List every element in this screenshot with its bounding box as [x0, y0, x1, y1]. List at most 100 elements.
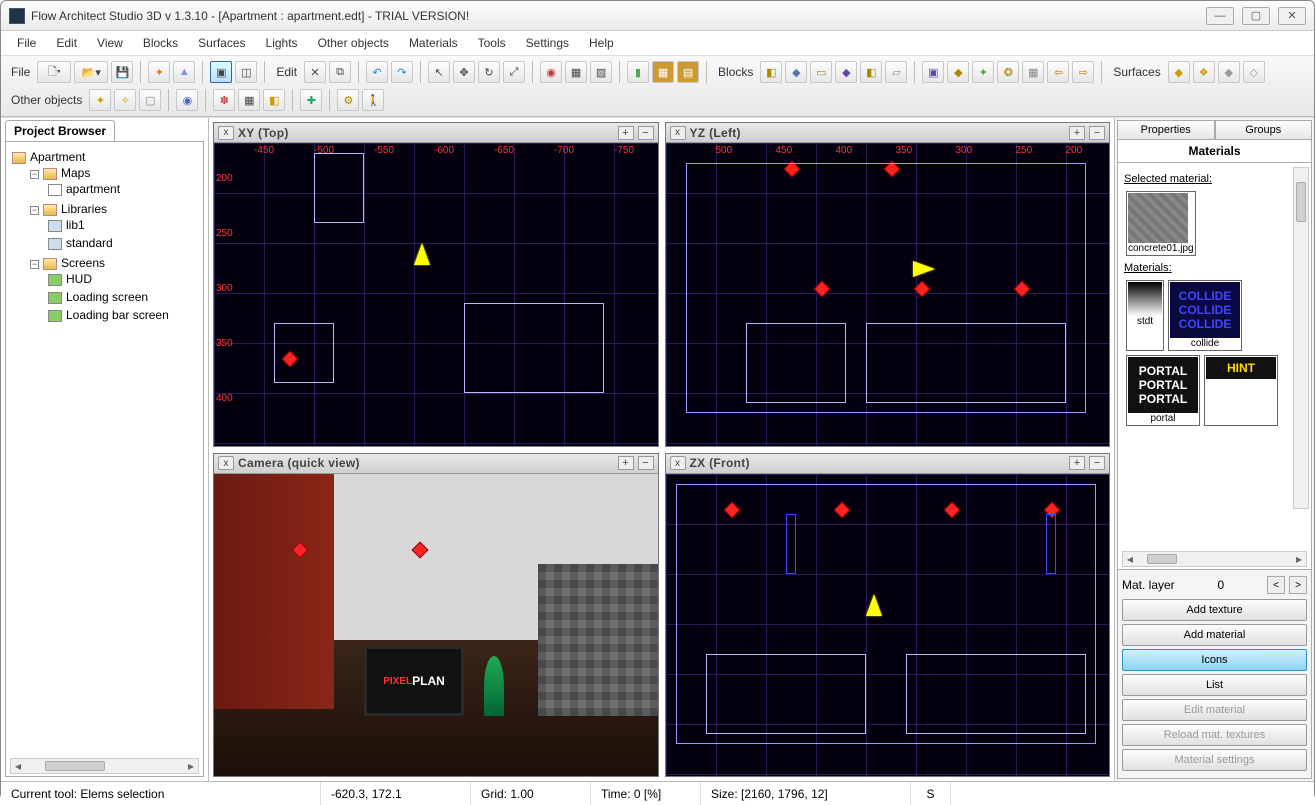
viewport-close-icon[interactable]: x — [670, 456, 686, 470]
material-item-hint[interactable]: HINT — [1204, 355, 1278, 426]
material-settings-button[interactable]: Material settings — [1122, 749, 1307, 771]
other-icon[interactable]: ✧ — [114, 89, 136, 111]
surface-icon[interactable]: ◆ — [1218, 61, 1240, 83]
material-item-stdt[interactable]: stdt — [1126, 280, 1164, 351]
select-elems-button[interactable]: ▣ — [210, 61, 232, 83]
other-icon[interactable]: ◧ — [263, 89, 285, 111]
tree-libraries[interactable]: −Libraries lib1 standard — [30, 200, 199, 254]
viewport-canvas[interactable]: -450 -500 -550 -600 -650 -700 -750 200 2… — [214, 143, 658, 446]
tool-icon[interactable]: ▨ — [590, 61, 612, 83]
other-icon[interactable]: ⚙ — [337, 89, 359, 111]
rotate-tool[interactable]: ↻ — [478, 61, 500, 83]
other-icon[interactable]: ✚ — [300, 89, 322, 111]
block-icon[interactable]: ▣ — [922, 61, 944, 83]
tree-screens[interactable]: −Screens HUD Loading screen Loading bar … — [30, 254, 199, 326]
surface-icon[interactable]: ◇ — [1243, 61, 1265, 83]
menu-file[interactable]: File — [9, 34, 44, 52]
material-item-portal[interactable]: PORTALPORTALPORTALportal — [1126, 355, 1200, 426]
other-icon[interactable]: ◉ — [176, 89, 198, 111]
menu-lights[interactable]: Lights — [258, 34, 306, 52]
tab-properties[interactable]: Properties — [1117, 120, 1215, 140]
block-icon[interactable]: ◆ — [835, 61, 857, 83]
zoom-out-button[interactable]: − — [1089, 456, 1105, 470]
tab-groups[interactable]: Groups — [1215, 120, 1313, 140]
zoom-out-button[interactable]: − — [638, 456, 654, 470]
tree-maps[interactable]: −Maps apartment — [30, 164, 199, 200]
surface-icon[interactable]: ❖ — [1193, 61, 1215, 83]
block-icon[interactable]: ◆ — [947, 61, 969, 83]
delete-button[interactable]: ✕ — [304, 61, 326, 83]
tree-screen-item[interactable]: Loading screen — [48, 288, 199, 306]
tree-map-item[interactable]: apartment — [48, 180, 199, 198]
undo-button[interactable]: ↶ — [366, 61, 388, 83]
block-icon[interactable]: ▱ — [885, 61, 907, 83]
tree-screen-item[interactable]: Loading bar screen — [48, 306, 199, 324]
material-item-collide[interactable]: COLLIDECOLLIDECOLLIDEcollide — [1168, 280, 1242, 351]
add-material-button[interactable]: Add material — [1122, 624, 1307, 646]
project-browser-tab[interactable]: Project Browser — [5, 120, 115, 141]
zoom-in-button[interactable]: + — [618, 456, 634, 470]
menu-surfaces[interactable]: Surfaces — [190, 34, 253, 52]
tree-library-item[interactable]: standard — [48, 234, 199, 252]
menu-blocks[interactable]: Blocks — [135, 34, 186, 52]
selected-material-thumb[interactable]: concrete01.jpg — [1126, 191, 1196, 256]
materials-h-scrollbar[interactable]: ◂▸ — [1122, 551, 1307, 567]
tree-screen-item[interactable]: HUD — [48, 270, 199, 288]
list-view-button[interactable]: List — [1122, 674, 1307, 696]
zoom-in-button[interactable]: + — [618, 126, 634, 140]
tool-icon[interactable]: ▮ — [627, 61, 649, 83]
block-icon[interactable]: ❂ — [997, 61, 1019, 83]
open-file-button[interactable]: 📂▾ — [74, 61, 108, 83]
tool-icon[interactable]: ▦ — [565, 61, 587, 83]
move-tool[interactable]: ✥ — [453, 61, 475, 83]
block-icon[interactable]: ◧ — [760, 61, 782, 83]
tool-icon[interactable]: ✦ — [148, 61, 170, 83]
maximize-button[interactable]: ▢ — [1242, 7, 1270, 25]
menu-tools[interactable]: Tools — [470, 34, 514, 52]
block-icon[interactable]: ✦ — [972, 61, 994, 83]
icons-view-button[interactable]: Icons — [1122, 649, 1307, 671]
tool-icon[interactable]: ◉ — [540, 61, 562, 83]
tool-icon[interactable]: ▦ — [652, 61, 674, 83]
surface-icon[interactable]: ◆ — [1168, 61, 1190, 83]
redo-button[interactable]: ↷ — [391, 61, 413, 83]
tree-library-item[interactable]: lib1 — [48, 216, 199, 234]
tree-horizontal-scrollbar[interactable]: ◂▸ — [10, 758, 199, 774]
block-icon[interactable]: ⇨ — [1072, 61, 1094, 83]
block-icon[interactable]: ◧ — [860, 61, 882, 83]
other-icon[interactable]: ▢ — [139, 89, 161, 111]
add-texture-button[interactable]: Add texture — [1122, 599, 1307, 621]
tool-icon[interactable]: ▲ — [173, 61, 195, 83]
pointer-tool[interactable]: ↖ — [428, 61, 450, 83]
menu-help[interactable]: Help — [581, 34, 622, 52]
close-button[interactable]: ✕ — [1278, 7, 1306, 25]
block-icon[interactable]: ⇦ — [1047, 61, 1069, 83]
new-file-button[interactable]: 🗋▾ — [37, 61, 71, 83]
menu-materials[interactable]: Materials — [401, 34, 466, 52]
block-icon[interactable]: ▦ — [1022, 61, 1044, 83]
viewport-canvas[interactable] — [666, 474, 1110, 777]
tree-root[interactable]: Apartment −Maps apartment −Libraries lib… — [12, 148, 199, 328]
tool-icon[interactable]: ▤ — [677, 61, 699, 83]
zoom-out-button[interactable]: − — [1089, 126, 1105, 140]
block-icon[interactable]: ◆ — [785, 61, 807, 83]
menu-other-objects[interactable]: Other objects — [310, 34, 397, 52]
mat-layer-prev-button[interactable]: < — [1267, 576, 1285, 594]
select-faces-button[interactable]: ◫ — [235, 61, 257, 83]
copy-button[interactable]: ⧉ — [329, 61, 351, 83]
zoom-in-button[interactable]: + — [1069, 456, 1085, 470]
zoom-in-button[interactable]: + — [1069, 126, 1085, 140]
viewport-canvas[interactable]: PIXELPLAN — [214, 474, 658, 777]
viewport-canvas[interactable]: 500 450 400 350 300 250 200 — [666, 143, 1110, 446]
other-icon[interactable]: 🚶 — [362, 89, 384, 111]
mat-layer-next-button[interactable]: > — [1289, 576, 1307, 594]
scale-tool[interactable]: ⤢ — [503, 61, 525, 83]
menu-edit[interactable]: Edit — [48, 34, 85, 52]
other-icon[interactable]: ✽ — [213, 89, 235, 111]
viewport-close-icon[interactable]: x — [218, 126, 234, 140]
save-button[interactable]: 💾 — [111, 61, 133, 83]
menu-settings[interactable]: Settings — [518, 34, 577, 52]
viewport-close-icon[interactable]: x — [670, 126, 686, 140]
viewport-close-icon[interactable]: x — [218, 456, 234, 470]
materials-scrollbar[interactable] — [1293, 167, 1309, 509]
